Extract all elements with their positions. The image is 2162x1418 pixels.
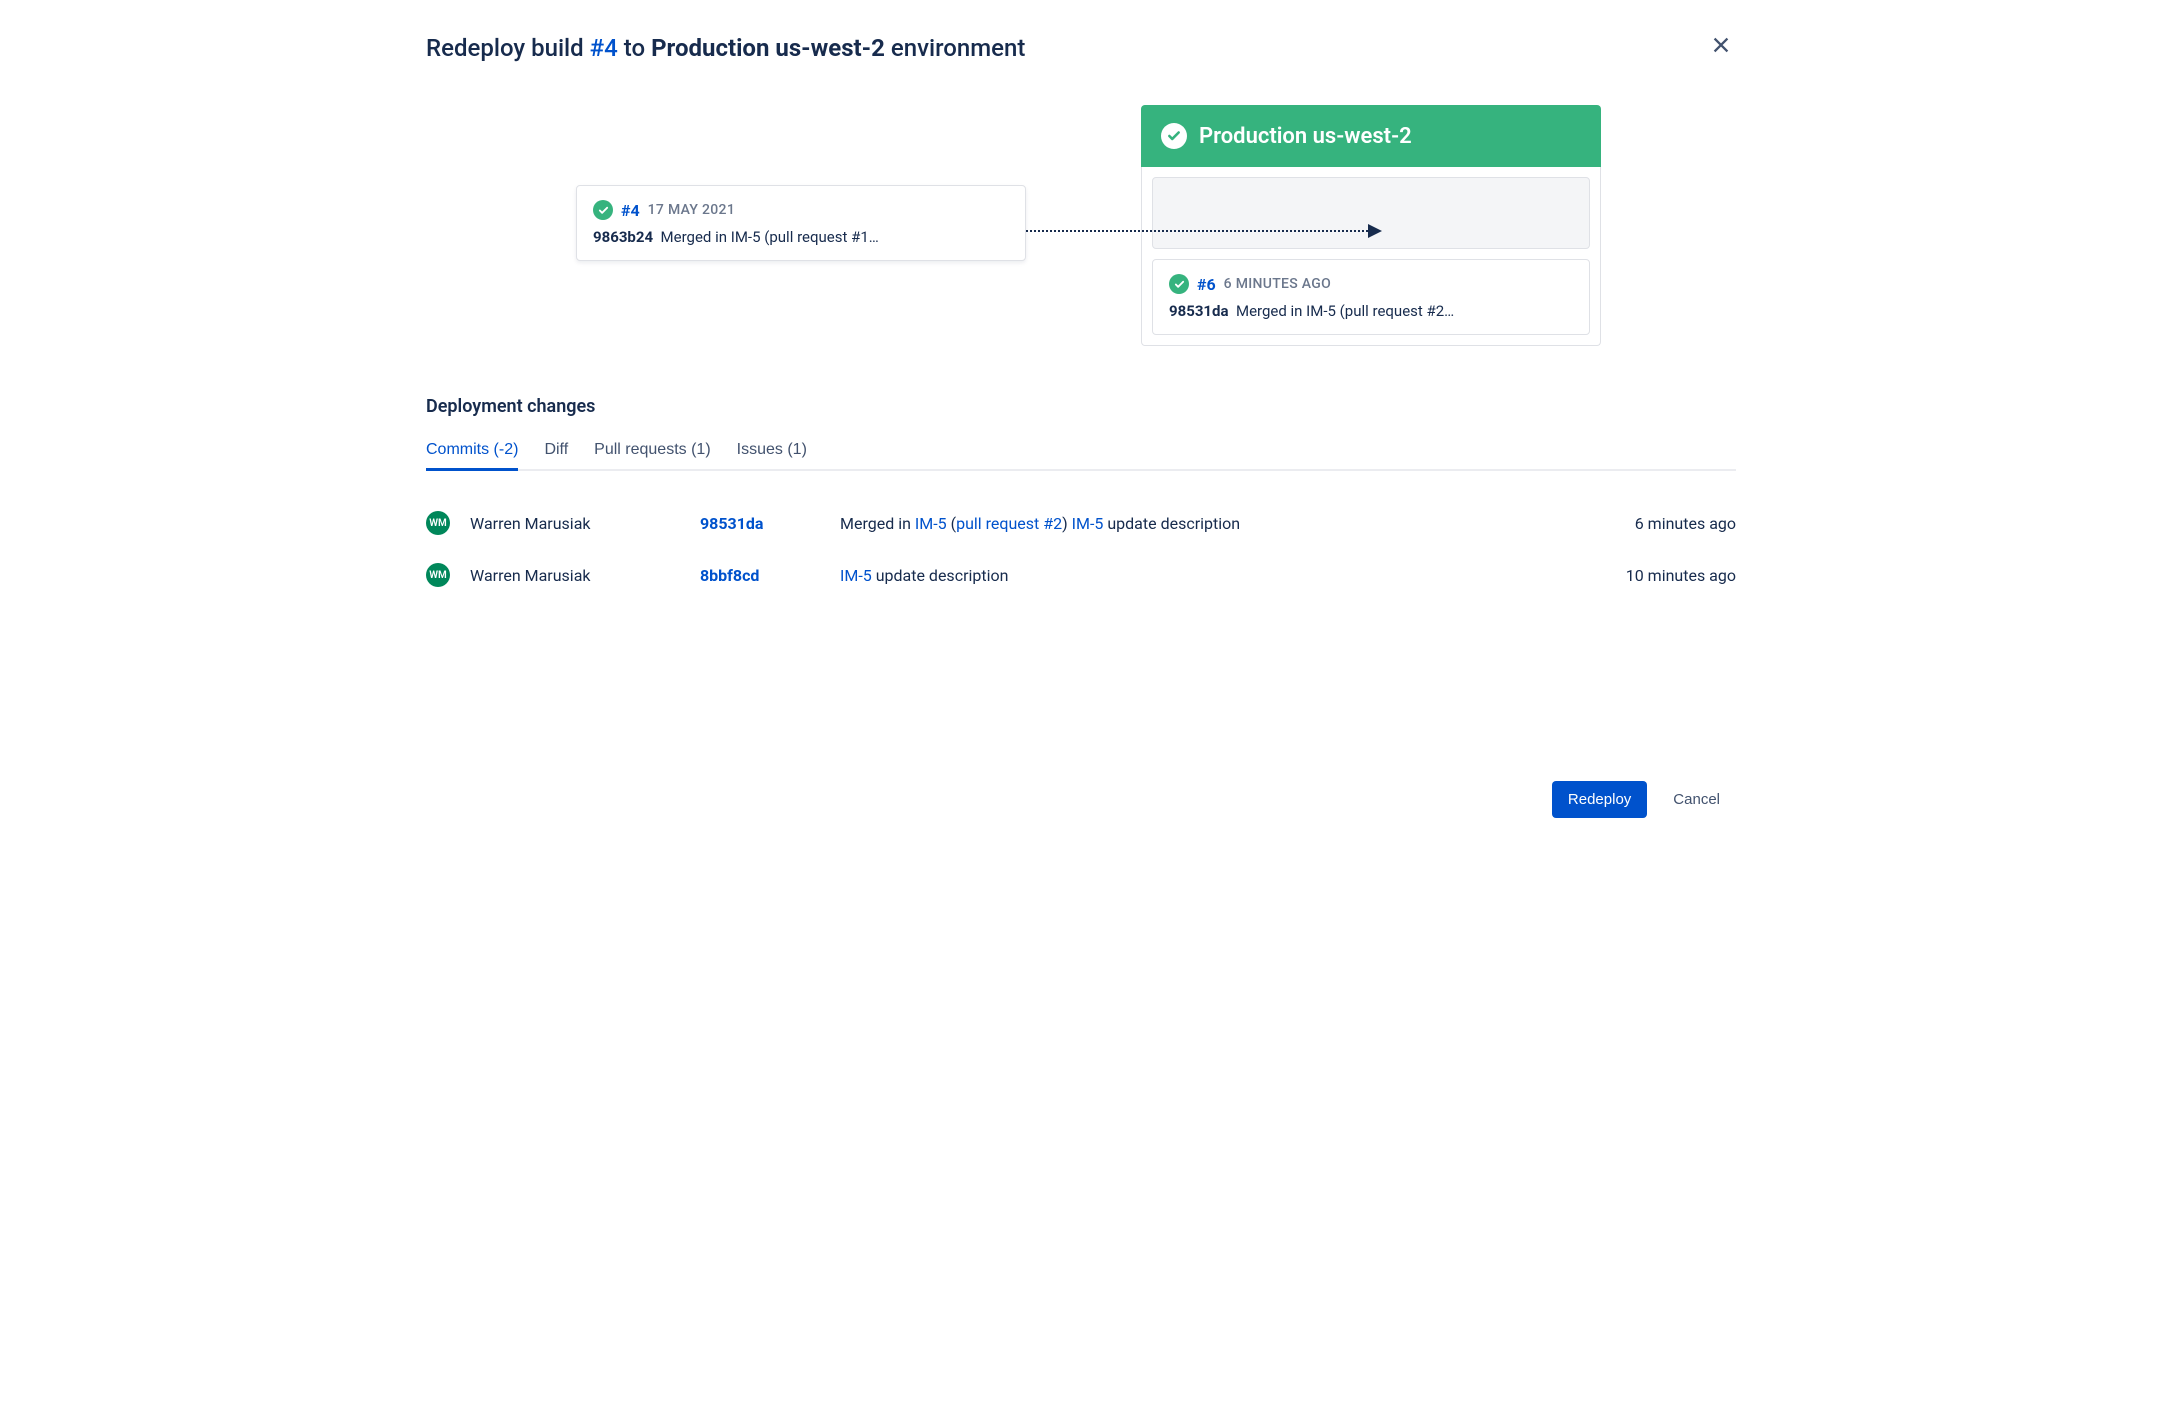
- current-build-commit: 98531da Merged in IM-5 (pull request #2…: [1169, 302, 1573, 320]
- commit-author: Warren Marusiak: [470, 566, 680, 585]
- env-header: Production us-west-2: [1141, 105, 1601, 167]
- current-build-number: #6: [1197, 275, 1216, 294]
- title-mid: to: [618, 34, 651, 62]
- issue-link[interactable]: IM-5: [840, 566, 872, 585]
- tab-commits[interactable]: Commits (-2): [426, 441, 518, 469]
- commit-hash-link[interactable]: 8bbf8cd: [700, 566, 820, 585]
- avatar: WM: [426, 563, 450, 587]
- close-button[interactable]: [1706, 30, 1736, 65]
- build-link[interactable]: #4: [590, 34, 618, 62]
- changes-section-title: Deployment changes: [426, 396, 1736, 417]
- current-build-card[interactable]: #6 6 MINUTES AGO 98531da Merged in IM-5 …: [1152, 259, 1590, 335]
- cancel-button[interactable]: Cancel: [1657, 781, 1736, 818]
- tabs: Commits (-2) Diff Pull requests (1) Issu…: [426, 441, 1736, 471]
- env-name: Production us-west-2: [1199, 124, 1412, 149]
- success-icon: [1169, 274, 1189, 294]
- commit-time: 10 minutes ago: [1626, 566, 1736, 585]
- commit-row: WM Warren Marusiak 8bbf8cd IM-5 update d…: [426, 549, 1736, 601]
- success-icon: [1161, 123, 1187, 149]
- current-commit-msg: Merged in IM-5 (pull request #2…: [1236, 302, 1454, 320]
- commit-message: Merged in IM-5 (pull request #2) IM-5 up…: [840, 514, 1615, 533]
- source-build-commit: 9863b24 Merged in IM-5 (pull request #1…: [593, 228, 1009, 246]
- source-build-time: 17 MAY 2021: [648, 202, 735, 218]
- issue-link[interactable]: IM-5: [1072, 514, 1104, 533]
- issue-link[interactable]: IM-5: [915, 514, 947, 533]
- flow-arrow-head-icon: [1368, 223, 1382, 242]
- tab-issues[interactable]: Issues (1): [737, 441, 807, 469]
- current-commit-hash: 98531da: [1169, 302, 1229, 320]
- avatar: WM: [426, 511, 450, 535]
- commit-time: 6 minutes ago: [1635, 514, 1736, 533]
- title-suffix: environment: [885, 34, 1025, 62]
- commit-list: WM Warren Marusiak 98531da Merged in IM-…: [426, 497, 1736, 601]
- commit-author: Warren Marusiak: [470, 514, 680, 533]
- source-commit-hash: 9863b24: [593, 228, 653, 246]
- close-icon: [1710, 35, 1732, 62]
- commit-row: WM Warren Marusiak 98531da Merged in IM-…: [426, 497, 1736, 549]
- commit-hash-link[interactable]: 98531da: [700, 514, 820, 533]
- dialog-title: Redeploy build #4 to Production us-west-…: [426, 34, 1025, 62]
- pr-link[interactable]: pull request #2: [956, 514, 1062, 533]
- source-build-card[interactable]: #4 17 MAY 2021 9863b24 Merged in IM-5 (p…: [576, 185, 1026, 261]
- commit-message: IM-5 update description: [840, 566, 1606, 585]
- tab-pull-requests[interactable]: Pull requests (1): [594, 441, 711, 469]
- title-env: Production us-west-2: [651, 34, 885, 62]
- redeploy-button[interactable]: Redeploy: [1552, 781, 1647, 818]
- source-commit-msg: Merged in IM-5 (pull request #1…: [661, 228, 879, 246]
- source-build-number: #4: [621, 201, 640, 220]
- success-icon: [593, 200, 613, 220]
- flow-arrow-line: [1026, 230, 1376, 232]
- title-prefix: Redeploy build: [426, 34, 590, 62]
- current-build-time: 6 MINUTES AGO: [1224, 276, 1331, 292]
- tab-diff[interactable]: Diff: [544, 441, 568, 469]
